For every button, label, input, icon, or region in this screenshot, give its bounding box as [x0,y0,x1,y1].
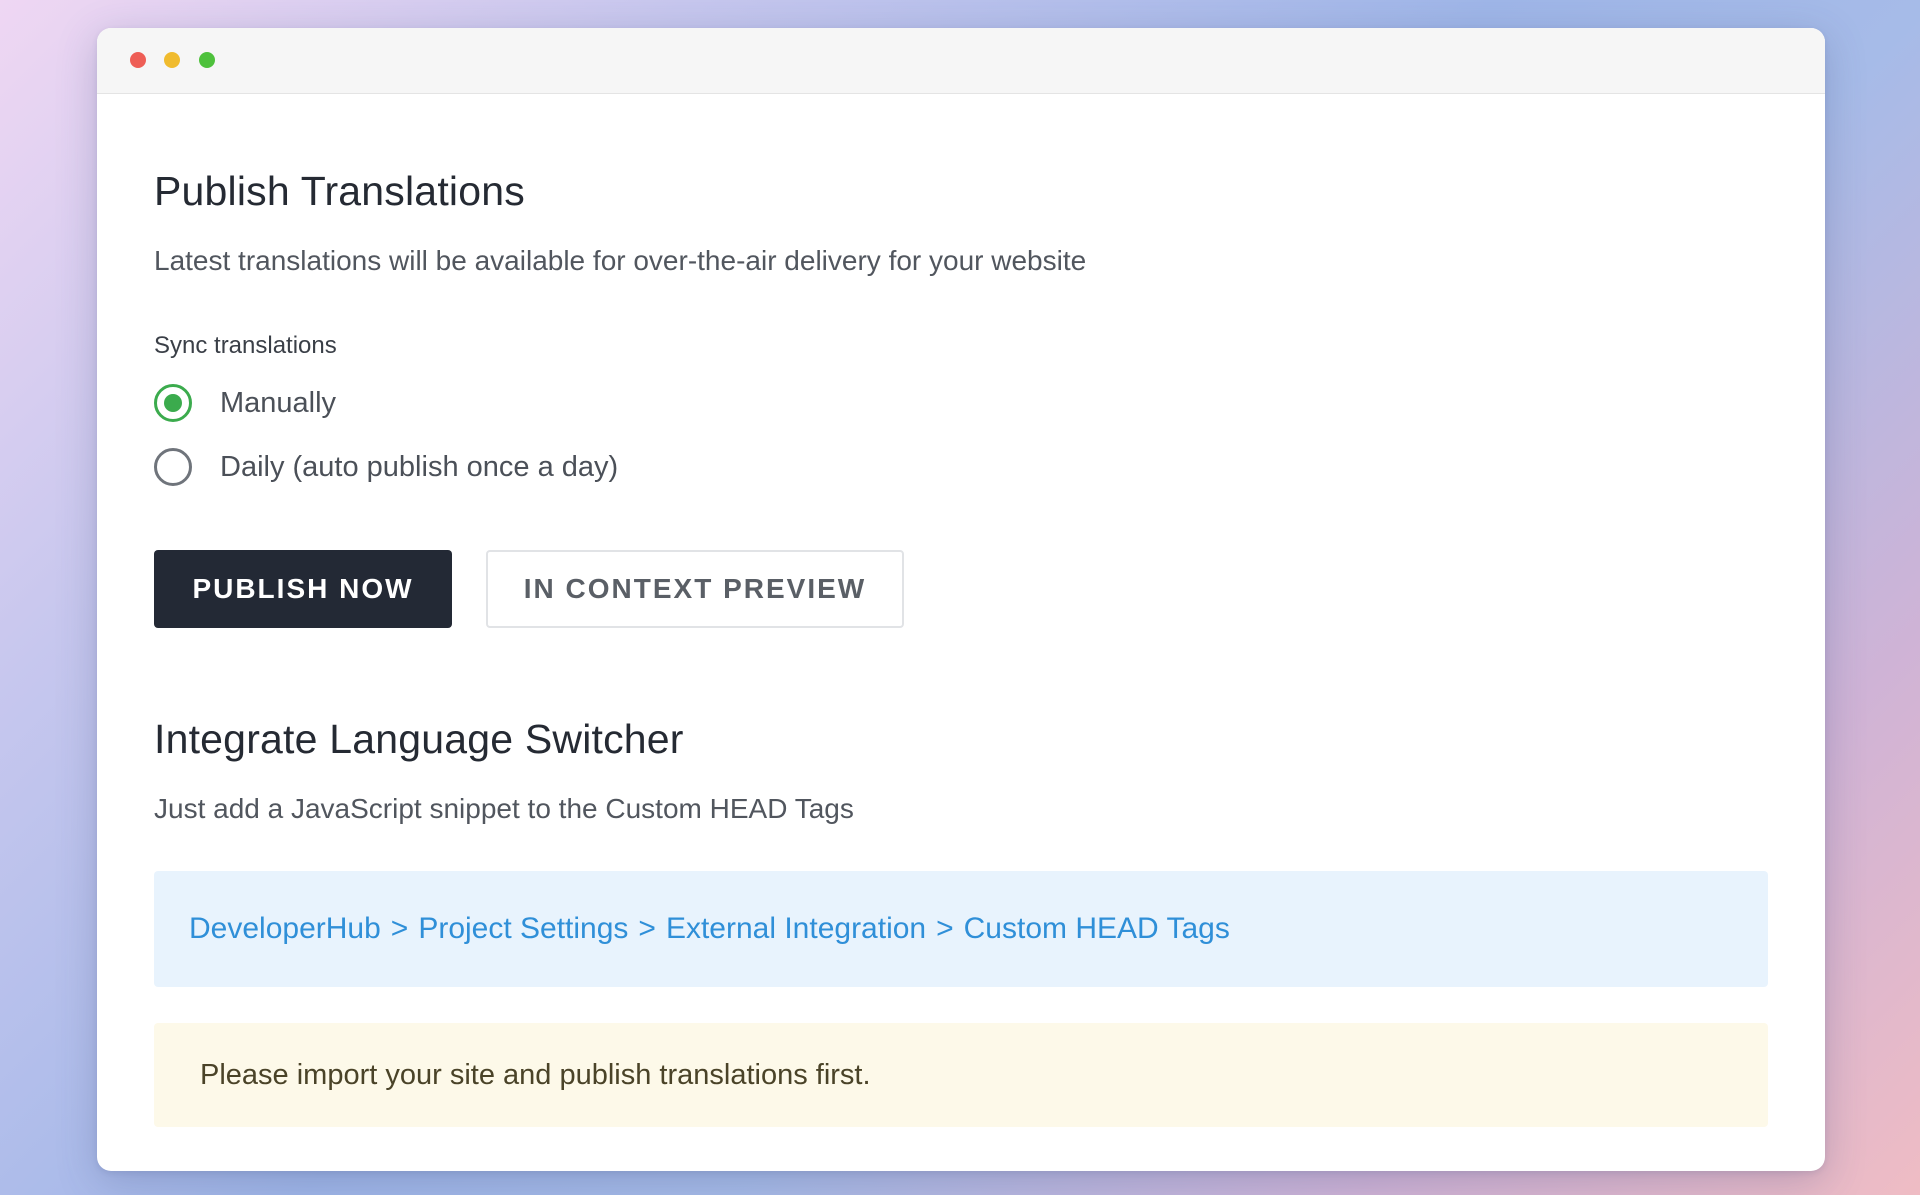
minimize-window-button[interactable] [164,52,180,68]
close-window-button[interactable] [130,52,146,68]
breadcrumb-external-integration[interactable]: External Integration [666,912,926,946]
sync-option-manually[interactable]: Manually [154,384,336,422]
in-context-preview-button[interactable]: IN CONTEXT PREVIEW [486,550,904,628]
sync-option-label: Daily (auto publish once a day) [220,450,619,483]
breadcrumb-developerhub[interactable]: DeveloperHub [189,912,381,946]
window-titlebar [97,28,1825,94]
warning-notice: Please import your site and publish tran… [154,1023,1768,1127]
radio-unchecked-icon[interactable] [154,448,192,486]
publish-now-button[interactable]: PUBLISH NOW [154,550,452,628]
radio-checked-icon[interactable] [154,384,192,422]
zoom-window-button[interactable] [199,52,215,68]
integrate-section-description: Just add a JavaScript snippet to the Cus… [154,793,854,824]
integrate-section-title: Integrate Language Switcher [154,716,684,762]
publish-section-description: Latest translations will be available fo… [154,245,1087,276]
breadcrumb-custom-head-tags[interactable]: Custom HEAD Tags [964,912,1230,946]
sync-option-label: Manually [220,386,337,419]
app-window: Publish Translations Latest translations… [97,28,1825,1171]
settings-path-breadcrumb: DeveloperHub > Project Settings > Extern… [154,871,1768,987]
breadcrumb-separator: > [390,912,409,945]
sync-option-daily[interactable]: Daily (auto publish once a day) [154,448,618,486]
breadcrumb-project-settings[interactable]: Project Settings [418,912,628,946]
breadcrumb-separator: > [638,912,656,945]
publish-section-title: Publish Translations [154,168,525,214]
breadcrumb-separator: > [936,912,954,945]
sync-translations-label: Sync translations [154,332,337,359]
